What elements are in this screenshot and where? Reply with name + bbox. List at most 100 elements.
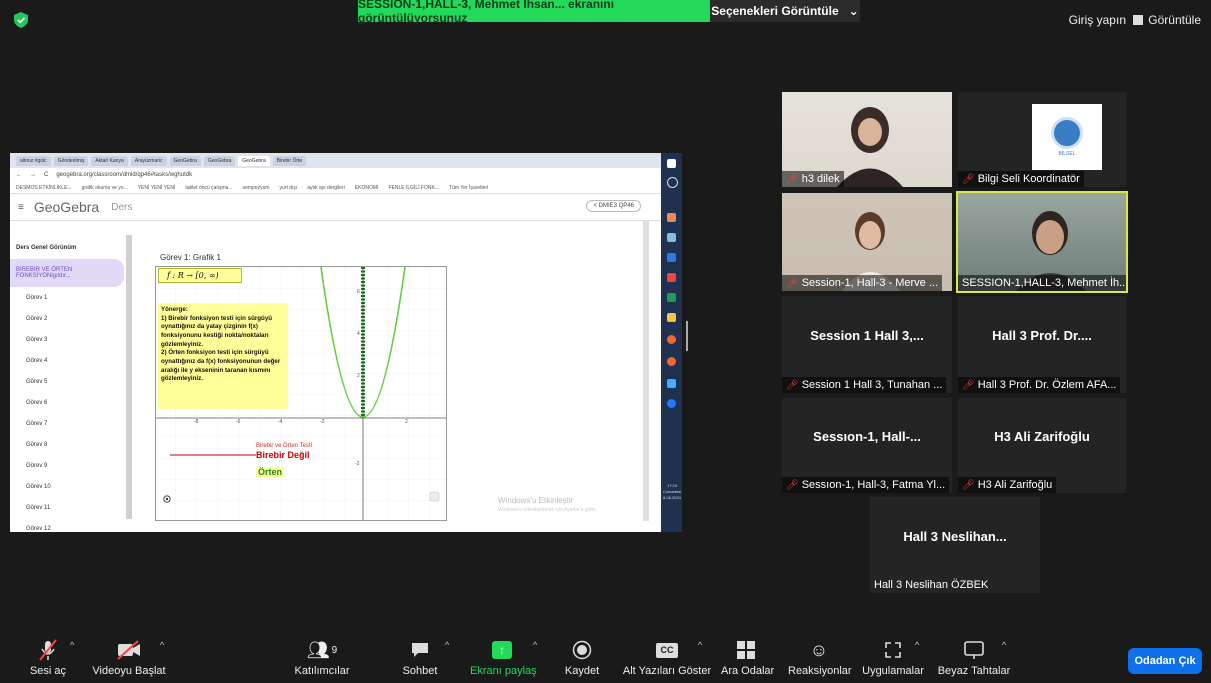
- share-screen-button[interactable]: ↑ Ekranı paylaş: [470, 638, 537, 677]
- sidebar-item-gorev[interactable]: Görev 11: [10, 497, 130, 518]
- forward-arrow-icon[interactable]: →: [30, 172, 36, 178]
- search-icon[interactable]: [667, 177, 678, 188]
- browser-tab[interactable]: GeoGebra: [169, 155, 201, 166]
- mic-off-icon: 🎤︎: [786, 173, 799, 185]
- sidebar-item-gorev[interactable]: Görev 6: [10, 392, 130, 413]
- svg-text:6: 6: [357, 289, 360, 295]
- svg-text:-4: -4: [278, 419, 283, 425]
- participant-tile-3[interactable]: 🎤︎ Session-1, Hall-3 - Merve ...: [782, 193, 952, 291]
- record-button[interactable]: Kaydet: [562, 638, 602, 677]
- sidebar-scrollbar[interactable]: [126, 235, 132, 519]
- back-arrow-icon[interactable]: ←: [16, 172, 22, 178]
- sidebar-item-gorev[interactable]: Görev 5: [10, 371, 130, 392]
- sidebar-item-gorev[interactable]: Görev 8: [10, 434, 130, 455]
- svg-text:-2: -2: [320, 419, 325, 425]
- bookmark-item[interactable]: FENLE İLGİLİ FONK...: [388, 185, 439, 191]
- chevron-up-icon[interactable]: ^: [698, 640, 702, 650]
- browser-tab[interactable]: GeoGebra: [203, 155, 236, 166]
- app-icon[interactable]: [667, 399, 676, 408]
- browser-tab[interactable]: GeoGebra: [238, 155, 270, 166]
- chevron-up-icon[interactable]: ^: [533, 640, 537, 650]
- browser-tab[interactable]: Gönderilmiş: [53, 155, 89, 166]
- breakout-rooms-button[interactable]: Ara Odalar: [721, 638, 774, 677]
- participant-tile-9[interactable]: Hall 3 Neslihan... Hall 3 Neslihan ÖZBEK: [870, 497, 1040, 593]
- record-icon: [572, 640, 592, 660]
- sidebar-item-gorev[interactable]: Görev 10: [10, 476, 130, 497]
- bookmark-item[interactable]: grafik okuma ve yo...: [82, 185, 128, 191]
- chat-button[interactable]: Sohbet: [400, 638, 440, 677]
- divider-handle[interactable]: [686, 321, 688, 351]
- sidebar-title[interactable]: Ders Genel Görünüm: [10, 235, 130, 259]
- reload-icon[interactable]: C: [44, 172, 48, 178]
- security-shield-icon[interactable]: [14, 12, 28, 28]
- chevron-up-icon[interactable]: ^: [445, 640, 449, 650]
- sidebar-item-gorev[interactable]: Görev 2: [10, 308, 130, 329]
- view-button[interactable]: Görüntüle: [1133, 13, 1201, 27]
- app-icon[interactable]: [667, 273, 676, 282]
- sidebar-item-gorev[interactable]: Görev 7: [10, 413, 130, 434]
- sidebar-item-gorev[interactable]: Görev 3: [10, 329, 130, 350]
- address-url[interactable]: geogebra.org/classroom/dmid/qp46#tasks/w…: [56, 172, 192, 178]
- bookmark-item[interactable]: yurt dışı: [280, 185, 298, 191]
- bookmark-item[interactable]: DESMOS ETKİNLİKLE...: [16, 185, 72, 191]
- folder-icon[interactable]: [667, 313, 676, 322]
- chevron-down-icon: ⌄: [848, 4, 859, 18]
- page-scrollbar[interactable]: [643, 221, 649, 521]
- chevron-up-icon[interactable]: ^: [70, 640, 74, 650]
- whiteboards-button[interactable]: Beyaz Tahtalar: [937, 638, 1011, 677]
- participant-tile-8[interactable]: H3 Ali Zarifoğlu 🎤︎ H3 Ali Zarifoğlu: [958, 398, 1126, 493]
- participant-tile-6[interactable]: Hall 3 Prof. Dr.... 🎤︎ Hall 3 Prof. Dr. Ö…: [958, 296, 1126, 393]
- participant-tile-2[interactable]: BİLSEL 🎤︎ Bilgi Seli Koordinatör: [958, 92, 1126, 187]
- start-video-button[interactable]: Videoyu Başlat: [92, 638, 166, 677]
- sidebar-item-gorev[interactable]: Görev 1: [10, 287, 130, 308]
- participant-tile-7[interactable]: Sessıon-1, Hall-... 🎤︎ Sessıon-1, Hall-3,…: [782, 398, 952, 493]
- participants-button[interactable]: 👥︎ 9 Katılımcılar: [292, 638, 352, 678]
- bookmark-item[interactable]: EKONOMİ: [355, 185, 379, 191]
- browser-address-bar[interactable]: ← → C geogebra.org/classroom/dmid/qp46#t…: [10, 168, 661, 182]
- geogebra-logo: GeoGebra: [33, 199, 100, 215]
- windows-start-icon[interactable]: [667, 159, 676, 168]
- leave-meeting-button[interactable]: Odadan Çık: [1128, 648, 1202, 674]
- reactions-button[interactable]: ☺ Reaksiyonlar: [788, 638, 852, 678]
- chevron-up-icon[interactable]: ^: [1002, 640, 1006, 650]
- participant-count: 9: [331, 644, 338, 656]
- app-icon[interactable]: [667, 253, 676, 262]
- sidebar-item-gorev[interactable]: Görev 9: [10, 455, 130, 476]
- unmute-button[interactable]: Sesi aç: [28, 638, 68, 677]
- bookmark-item[interactable]: aylık ayı dergileri: [307, 185, 345, 191]
- chevron-up-icon[interactable]: ^: [915, 640, 919, 650]
- test-label: Birebir ve Örten Testi: [256, 443, 312, 449]
- bookmark-item[interactable]: sempozyum: [243, 185, 270, 191]
- bookmark-item[interactable]: tablet öncü çalışma...: [185, 185, 232, 191]
- bookmark-item[interactable]: Tüm Yer İşaretleri: [449, 185, 488, 191]
- menu-hamburger-icon[interactable]: ≡: [18, 202, 24, 213]
- chrome-icon[interactable]: [667, 335, 676, 344]
- record-label: Kaydet: [564, 665, 600, 677]
- participant-tile-1[interactable]: 🎤︎ h3 dilek: [782, 92, 952, 187]
- sign-in-link[interactable]: Giriş yapın: [1069, 13, 1126, 27]
- start-video-label: Videoyu Başlat: [92, 665, 166, 677]
- chrome-icon[interactable]: [667, 357, 676, 366]
- app-icon[interactable]: [667, 379, 676, 388]
- video-off-icon: [117, 640, 140, 660]
- sidebar-item-gorev[interactable]: Görev 12: [10, 518, 130, 532]
- svg-text:-2: -2: [355, 461, 360, 467]
- chevron-up-icon[interactable]: ^: [160, 640, 164, 650]
- mic-off-icon: 🎤︎: [962, 479, 975, 491]
- geogebra-header: ≡ GeoGebra Ders < DMIE3 QP46: [10, 194, 661, 221]
- excel-icon[interactable]: [667, 293, 676, 302]
- participant-tile-5[interactable]: Session 1 Hall 3,... 🎤︎ Session 1 Hall 3,…: [782, 296, 952, 393]
- participant-tile-4-active-speaker[interactable]: SESSION-1,HALL-3, Mehmet İh...: [956, 191, 1128, 293]
- bookmark-item[interactable]: YENİ YENİ YENİ: [138, 185, 176, 191]
- browser-tab[interactable]: Birebir Örte: [272, 155, 307, 166]
- shared-screen[interactable]: altınız #golc Gönderilmiş Aktarl Kanya Aray…: [10, 153, 682, 532]
- browser-tab[interactable]: Aktarl Kanya: [91, 155, 128, 166]
- class-share-button[interactable]: < DMIE3 QP46: [586, 200, 641, 212]
- sidebar-item-gorev[interactable]: Görev 4: [10, 350, 130, 371]
- browser-tab[interactable]: Arayüzmaric: [130, 155, 167, 166]
- browser-tab[interactable]: altınız #golc: [16, 155, 51, 166]
- app-icon[interactable]: [667, 233, 676, 242]
- view-options-button[interactable]: Seçenekleri Görüntüle ⌄: [710, 0, 860, 22]
- sidebar-item-active[interactable]: BİREBİR VE ÖRTEN FONKSİYONlgıldır...: [10, 259, 124, 287]
- app-icon[interactable]: [667, 213, 676, 222]
